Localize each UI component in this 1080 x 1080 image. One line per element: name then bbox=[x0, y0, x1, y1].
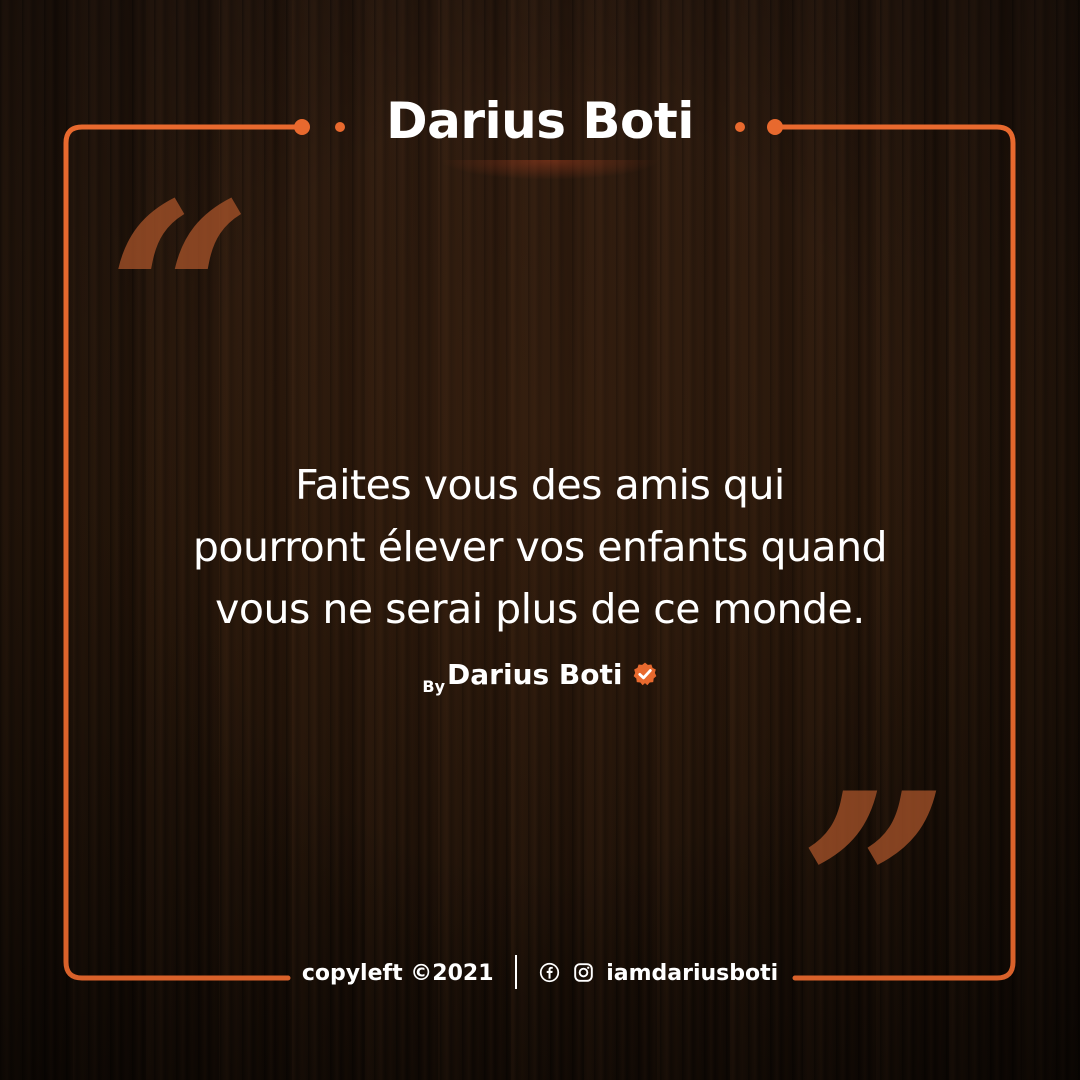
author-byline: ByDarius Boti bbox=[0, 658, 1080, 696]
quote-line: vous ne serai plus de ce monde. bbox=[215, 585, 865, 633]
title-glow bbox=[440, 160, 660, 180]
facebook-icon[interactable] bbox=[539, 962, 560, 983]
byline-prefix: By bbox=[422, 677, 446, 696]
verified-badge-icon bbox=[633, 662, 656, 686]
instagram-icon[interactable] bbox=[573, 962, 594, 983]
open-quote-icon: “ bbox=[108, 148, 252, 442]
footer-divider bbox=[515, 955, 518, 989]
page-title: Darius Boti bbox=[386, 92, 694, 150]
copyright-text: copyleft ©2021 bbox=[301, 961, 494, 986]
footer: copyleft ©2021 iamdariusboti bbox=[0, 955, 1080, 989]
quote-line: pourront élever vos enfants quand bbox=[192, 523, 888, 571]
social-handle[interactable]: iamdariusboti bbox=[606, 961, 778, 986]
byline-author: Darius Boti bbox=[447, 658, 623, 691]
quote-line: Faites vous des amis qui bbox=[295, 461, 785, 509]
quote-text: Faites vous des amis qui pourront élever… bbox=[100, 454, 980, 640]
